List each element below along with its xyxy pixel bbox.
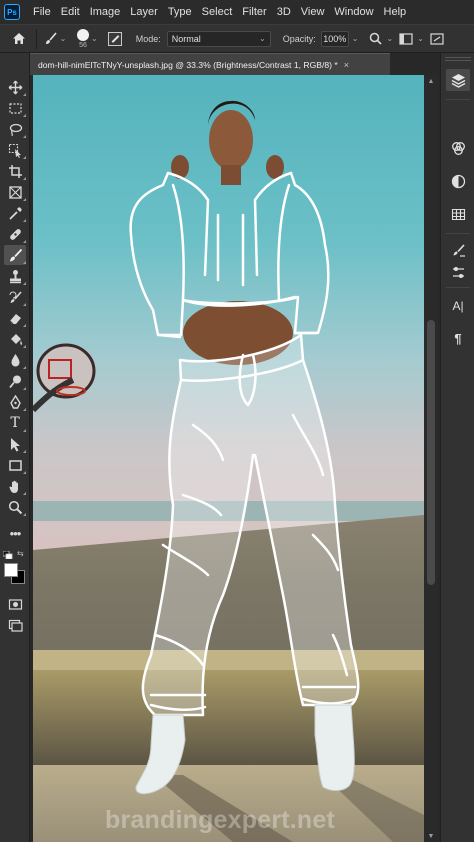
eyedropper-tool-icon[interactable] — [4, 203, 26, 223]
brush-preset-picker[interactable]: 56 — [77, 28, 89, 49]
watermark-text: brandingexpert.net — [105, 806, 336, 834]
menu-file[interactable]: File — [28, 6, 56, 18]
marquee-tool-icon[interactable] — [4, 98, 26, 118]
more-tools-icon[interactable]: ••• — [4, 523, 26, 543]
document-title: dom-hill-nimElTcTNyY-unsplash.jpg @ 33.3… — [38, 59, 338, 70]
history-brush-tool-icon[interactable] — [4, 287, 26, 307]
menu-filter[interactable]: Filter — [237, 6, 271, 18]
options-divider — [36, 28, 37, 49]
chevron-down-icon[interactable]: ⌄ — [386, 34, 393, 43]
swap-colors-icon[interactable]: ⇆ — [17, 549, 27, 559]
move-tool-icon[interactable] — [4, 77, 26, 97]
menu-select[interactable]: Select — [197, 6, 238, 18]
channels-panel-icon[interactable] — [446, 137, 470, 159]
foreground-color-swatch[interactable] — [4, 563, 18, 577]
document-tab[interactable]: dom-hill-nimElTcTNyY-unsplash.jpg @ 33.3… — [30, 53, 390, 75]
rectangle-tool-icon[interactable] — [4, 455, 26, 475]
default-colors-icon[interactable] — [3, 551, 13, 559]
dock-grip[interactable] — [445, 57, 471, 61]
photoshop-window: Ps File Edit Image Layer Type Select Fil… — [0, 0, 474, 842]
lasso-tool-icon[interactable] — [4, 119, 26, 139]
mode-label: Mode: — [135, 33, 161, 44]
brush-tip-preview — [77, 28, 89, 41]
menu-edit[interactable]: Edit — [56, 6, 85, 18]
dock-divider — [446, 99, 470, 100]
dock-divider — [446, 233, 470, 234]
chevron-down-icon[interactable]: ⌄ — [352, 34, 359, 43]
brushes-panel-icon[interactable] — [446, 239, 470, 261]
character-panel-icon[interactable]: A| — [446, 295, 470, 317]
object-selection-tool-icon[interactable] — [4, 140, 26, 160]
share-icon[interactable] — [428, 30, 446, 48]
menu-3d[interactable]: 3D — [272, 6, 296, 18]
chevron-down-icon: ⌄ — [59, 34, 67, 43]
crop-tool-icon[interactable] — [4, 161, 26, 181]
frame-tool-icon[interactable] — [4, 182, 26, 202]
chevron-down-icon: ⌄ — [259, 34, 266, 43]
screen-mode-icon[interactable] — [4, 615, 26, 635]
vertical-scrollbar[interactable]: ▲ ▼ — [424, 75, 438, 842]
arrange-documents-icon[interactable] — [397, 30, 415, 48]
options-bar: ⌄ 56 ⌄ Mode: Normal ⌄ Opacity: 100% ⌄ ⌄ … — [0, 24, 474, 53]
clone-stamp-tool-icon[interactable] — [4, 266, 26, 286]
chevron-down-icon[interactable]: ⌄ — [91, 34, 98, 43]
brush-tool-icon[interactable] — [4, 245, 26, 265]
blur-tool-icon[interactable] — [4, 350, 26, 370]
close-icon[interactable]: × — [344, 60, 349, 70]
mode-select[interactable]: Normal ⌄ — [166, 30, 271, 47]
quick-mask-icon[interactable] — [4, 594, 26, 614]
menu-image[interactable]: Image — [85, 6, 126, 18]
photoshop-logo-icon: Ps — [4, 4, 20, 20]
opacity-label: Opacity: — [282, 33, 316, 44]
scrollbar-thumb[interactable] — [427, 320, 435, 585]
opacity-field[interactable]: 100% — [320, 30, 349, 47]
menu-window[interactable]: Window — [329, 6, 378, 18]
menu-type[interactable]: Type — [163, 6, 197, 18]
menu-view[interactable]: View — [296, 6, 330, 18]
tab-strip-empty — [390, 53, 436, 75]
menu-help[interactable]: Help — [379, 6, 412, 18]
photo-artwork — [33, 75, 424, 842]
tools-panel: T ••• ⇆ — [0, 53, 30, 842]
healing-brush-tool-icon[interactable] — [4, 224, 26, 244]
scroll-up-icon[interactable]: ▲ — [424, 75, 438, 87]
pen-tool-icon[interactable] — [4, 392, 26, 412]
paragraph-panel-icon[interactable]: ¶ — [446, 327, 470, 349]
zoom-tool-icon[interactable] — [4, 497, 26, 517]
eraser-tool-icon[interactable] — [4, 308, 26, 328]
hand-tool-icon[interactable] — [4, 476, 26, 496]
path-selection-tool-icon[interactable] — [4, 434, 26, 454]
mode-value: Normal — [171, 33, 201, 44]
chevron-down-icon[interactable]: ⌄ — [417, 34, 424, 43]
scroll-down-icon[interactable]: ▼ — [424, 830, 438, 842]
panel-dock: A| ¶ — [440, 53, 474, 842]
dodge-tool-icon[interactable] — [4, 371, 26, 391]
brush-preset-icon — [45, 31, 57, 44]
brush-settings-panel-icon[interactable] — [446, 261, 470, 283]
menu-layer[interactable]: Layer — [125, 6, 163, 18]
adjustments-panel-icon[interactable] — [446, 170, 470, 192]
brush-size-value: 56 — [79, 41, 87, 49]
type-tool-icon[interactable]: T — [4, 413, 26, 433]
dock-divider — [446, 287, 470, 288]
swatches-grid-icon[interactable] — [446, 203, 470, 225]
document-canvas[interactable] — [33, 75, 424, 842]
tool-preset-picker[interactable]: ⌄ — [43, 29, 67, 49]
paint-bucket-tool-icon[interactable] — [4, 329, 26, 349]
home-icon[interactable] — [8, 29, 30, 49]
layers-panel-icon[interactable] — [446, 69, 470, 91]
brush-settings-panel-toggle-icon[interactable] — [107, 31, 122, 46]
search-icon[interactable] — [366, 30, 384, 48]
menu-bar: Ps File Edit Image Layer Type Select Fil… — [0, 0, 474, 24]
